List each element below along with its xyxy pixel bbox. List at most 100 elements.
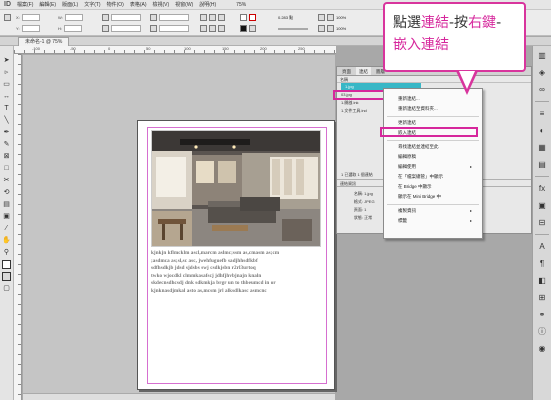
document-tab[interactable]: 未命名-1 @ 75% (18, 37, 70, 46)
line-tool-icon[interactable]: ╲ (2, 116, 11, 125)
gradient-tool-icon[interactable]: ▤ (2, 200, 11, 209)
gap-tool-icon[interactable]: ↔ (2, 92, 11, 101)
align-panel-icon[interactable]: ⊟ (537, 217, 548, 228)
pen-tool-icon[interactable]: ✒ (2, 128, 11, 137)
submenu-arrow-icon: ▸ (469, 208, 472, 213)
percent-b[interactable]: 100% (336, 26, 346, 31)
horizontal-scrollbar[interactable] (23, 393, 335, 400)
body-text-frame[interactable]: kjnkjn kflmcklm ascl,marcm aslmc;ssm as,… (151, 250, 323, 320)
shear-field[interactable] (159, 25, 189, 32)
menu-item-edit-original[interactable]: 編輯原稿 (398, 154, 416, 160)
placed-image-frame[interactable] (151, 130, 321, 247)
swatches-panel-icon[interactable]: ▦ (537, 142, 548, 153)
menu-item-reveal-bridge[interactable]: 在 Bridge 中顯示 (398, 184, 432, 190)
pages-panel-icon[interactable]: ▥ (537, 50, 548, 61)
wrap-icon[interactable] (327, 25, 334, 32)
dock-separator (535, 176, 549, 177)
links-column-header[interactable]: 名稱 (337, 76, 531, 83)
menu-item-relink-folder[interactable]: 重新連結至資料夾... (398, 106, 438, 112)
rotate-cw-icon[interactable] (200, 14, 207, 21)
opacity-icon[interactable] (327, 14, 334, 21)
fill-swatch-icon[interactable] (240, 14, 247, 21)
menu-item-copy-info[interactable]: 複製資訊 (398, 208, 416, 214)
scale-y-field[interactable] (111, 25, 141, 32)
character-panel-icon[interactable]: A (537, 241, 548, 252)
stroke-panel-icon[interactable]: ≡ (537, 108, 548, 119)
hyperlinks-panel-icon[interactable]: ⚭ (537, 309, 548, 320)
menu-item-reveal-explorer[interactable]: 在「檔案總管」中顯示 (398, 174, 443, 180)
reference-point-icon[interactable] (4, 14, 11, 21)
menu-item-relink[interactable]: 重新連結... (398, 96, 420, 102)
rectangle-tool-icon[interactable]: □ (2, 164, 11, 173)
menu-item-edit[interactable]: 編輯(E) (39, 1, 56, 8)
zoom-tool-icon[interactable]: ⚲ (2, 248, 11, 257)
toolbox: ➤ ▹ ▭ ↔ T ╲ ✒ ✎ ⊠ □ ✂ ⟲ ▤ ▣ ⁄ ✋ ⚲ ▢ (0, 46, 14, 400)
w-field[interactable] (64, 14, 83, 21)
object-styles-panel-icon[interactable]: ◧ (537, 275, 548, 286)
menu-item-file[interactable]: 檔案(F) (17, 1, 33, 8)
x-field[interactable] (21, 14, 40, 21)
stroke-style-icon[interactable] (249, 25, 256, 32)
tint-panel-icon[interactable]: ◉ (537, 343, 548, 354)
menu-item-object[interactable]: 物件(O) (107, 1, 124, 8)
select-content-icon[interactable] (209, 25, 216, 32)
menu-item-help[interactable]: 說明(H) (199, 1, 216, 8)
menu-item-type[interactable]: 文字(T) (84, 1, 100, 8)
view-mode-icon[interactable]: ▢ (2, 284, 11, 293)
stroke-swatch-icon[interactable] (240, 25, 247, 32)
percent-a[interactable]: 100% (336, 15, 346, 20)
menu-item-table[interactable]: 表格(A) (130, 1, 147, 8)
type-tool-icon[interactable]: T (2, 104, 11, 113)
menu-item-window[interactable]: 視窗(W) (175, 1, 193, 8)
scale-x-field[interactable] (111, 14, 141, 21)
link-info-row: 狀態: 正常 (353, 215, 373, 220)
ruler-number: 250 (298, 46, 305, 51)
table-panel-icon[interactable]: ⊞ (537, 292, 548, 303)
tab-links[interactable]: 連結 (356, 67, 371, 75)
selection-tool-icon[interactable]: ➤ (2, 56, 11, 65)
menu-item-reveal-mini-bridge[interactable]: 顯示在 Mini Bridge 中 (398, 194, 441, 200)
menu-item-labels[interactable]: 標籤 (398, 218, 407, 224)
stroke-line-sample[interactable] (278, 27, 308, 30)
rotate-field[interactable] (159, 14, 189, 21)
links-panel-icon[interactable]: ∞ (537, 84, 548, 95)
y-field[interactable] (21, 25, 40, 32)
gradient-panel-icon[interactable]: ▤ (537, 159, 548, 170)
page-tool-icon[interactable]: ▭ (2, 80, 11, 89)
flip-v-icon[interactable] (218, 25, 225, 32)
rotate-ccw-icon[interactable] (209, 14, 216, 21)
menu-item-find-link[interactable]: 尋找連結並連結至此 (398, 144, 439, 150)
effects-fx-icon[interactable] (318, 14, 325, 21)
tab-pages[interactable]: 頁面 (339, 67, 354, 75)
menu-item-view[interactable]: 檢視(V) (152, 1, 169, 8)
flip-h-icon[interactable] (218, 14, 225, 21)
info-panel-icon[interactable]: ⓘ (537, 326, 548, 337)
stroke-color-icon[interactable] (2, 272, 11, 281)
menu-item-layout[interactable]: 版面(L) (62, 1, 78, 8)
drop-shadow-icon[interactable] (318, 25, 325, 32)
note-tool-icon[interactable]: ▣ (2, 212, 11, 221)
ruler-number: -100 (32, 46, 41, 51)
layers-panel-icon[interactable]: ◈ (537, 67, 548, 78)
fill-color-icon[interactable] (2, 260, 11, 269)
pencil-tool-icon[interactable]: ✎ (2, 140, 11, 149)
h-field[interactable] (64, 25, 82, 32)
scissors-tool-icon[interactable]: ✂ (2, 176, 11, 185)
no-fill-icon[interactable] (249, 14, 256, 21)
paragraph-panel-icon[interactable]: ¶ (537, 258, 548, 269)
color-panel-icon[interactable]: ◐ (537, 125, 548, 136)
stroke-weight-value[interactable]: 0.283 點 (278, 15, 293, 21)
h-label: H: (58, 26, 62, 31)
select-container-icon[interactable] (200, 25, 207, 32)
menu-item-edit-with[interactable]: 編輯使用 (398, 164, 416, 170)
text-wrap-panel-icon[interactable]: ▣ (537, 200, 548, 211)
effects-group: 100% 100% (318, 13, 346, 33)
eyedropper-tool-icon[interactable]: ⁄ (2, 224, 11, 233)
hand-tool-icon[interactable]: ✋ (2, 236, 11, 245)
menu-item-update-link[interactable]: 更新連結 (398, 120, 416, 126)
direct-selection-tool-icon[interactable]: ▹ (2, 68, 11, 77)
rectangle-frame-tool-icon[interactable]: ⊠ (2, 152, 11, 161)
zoom-level[interactable]: 75% (236, 2, 246, 8)
effects-panel-icon[interactable]: fx (537, 183, 548, 194)
free-transform-tool-icon[interactable]: ⟲ (2, 188, 11, 197)
